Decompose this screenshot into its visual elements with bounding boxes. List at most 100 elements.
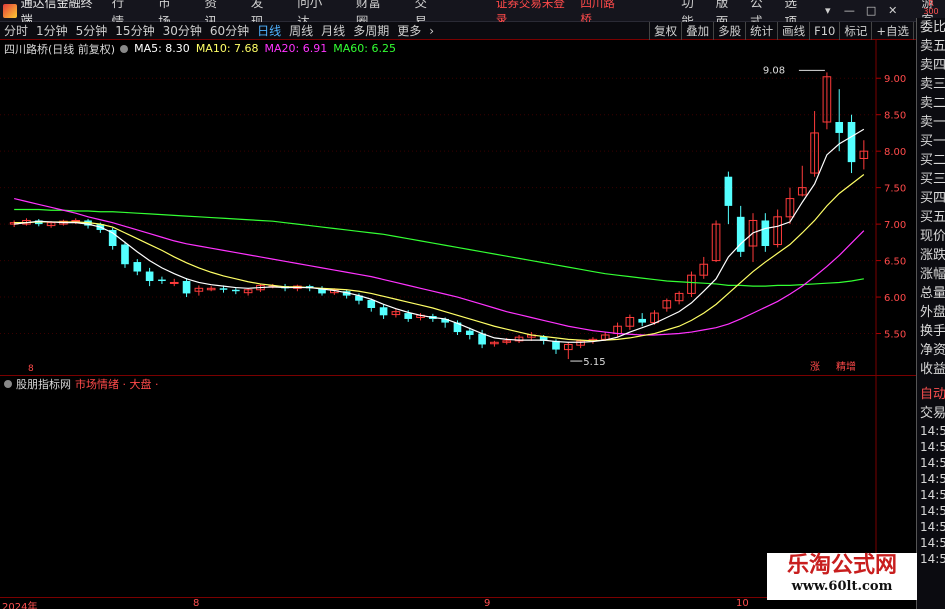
y-tick-label: 6.00 <box>884 293 906 304</box>
zhang-marker: 涨 <box>810 361 820 373</box>
candle-body-down <box>847 122 856 163</box>
add-watchlist-button[interactable]: +自选 <box>871 22 913 40</box>
tab-15min[interactable]: 15分钟 <box>111 22 158 39</box>
side-item-6[interactable]: 买一 <box>917 132 945 151</box>
candle-body-up <box>71 219 81 222</box>
tab-5min[interactable]: 5分钟 <box>72 22 112 39</box>
multi-stock-button[interactable]: 多股 <box>713 22 745 40</box>
auto-label[interactable]: 自动 <box>917 385 945 404</box>
candlestick-chart[interactable]: 9.00 8.50 8.00 7.50 7.00 6.50 6.00 5.50 9.08 5.1… <box>0 40 916 597</box>
trade-time-0: 14:56 <box>920 424 945 438</box>
price-axis: 9.00 8.50 8.00 7.50 7.00 6.50 6.00 5.50 <box>876 74 906 341</box>
y-tick-label: 9.00 <box>884 74 906 85</box>
candle-body-down <box>638 318 647 323</box>
candle-body-down <box>379 307 388 316</box>
candle-body-down <box>219 288 228 290</box>
candle-body-down <box>724 176 733 206</box>
side-item-4[interactable]: 卖二 <box>917 94 945 113</box>
trade-label[interactable]: 交易 <box>917 404 945 423</box>
tab-1min[interactable]: 1分钟 <box>32 22 72 39</box>
overlay-button[interactable]: 叠加 <box>681 22 713 40</box>
side-item-16[interactable]: 换手 <box>917 322 945 341</box>
high-label: 9.08 <box>763 65 785 76</box>
tab-daily[interactable]: 日线 <box>253 22 285 39</box>
adjust-button[interactable]: 复权 <box>649 22 681 40</box>
side-item-2[interactable]: 卖四 <box>917 56 945 75</box>
candle-body-down <box>835 122 844 133</box>
tab-intraday[interactable]: 分时 <box>0 22 32 39</box>
ma10-line <box>14 174 865 342</box>
trade-time-7: 14:56 <box>920 536 945 550</box>
y-tick-label: 8.50 <box>884 111 906 122</box>
y-tick-label: 5.50 <box>884 330 906 341</box>
candle-body-down <box>158 279 166 282</box>
candle-body-down <box>145 271 154 282</box>
candle-body-down <box>231 289 240 292</box>
side-item-17[interactable]: 净资 <box>917 341 945 360</box>
side-item-15[interactable]: 外盘 <box>917 303 945 322</box>
trade-time-5: 14:56 <box>920 504 945 518</box>
side-item-7[interactable]: 买二 <box>917 151 945 170</box>
tab-monthly[interactable]: 月线 <box>317 22 349 39</box>
tab-weekly[interactable]: 周线 <box>285 22 317 39</box>
side-item-3[interactable]: 卖三 <box>917 75 945 94</box>
trade-time-8: 14:56 <box>920 552 945 566</box>
draw-line-button[interactable]: 画线 <box>777 22 809 40</box>
y-tick-label: 8.00 <box>884 147 906 158</box>
side-item-11[interactable]: 现价 <box>917 227 945 246</box>
close-icon[interactable]: ✕ <box>886 4 900 17</box>
side-item-13[interactable]: 涨幅 <box>917 265 945 284</box>
side-panel-corner[interactable]: R 300 <box>917 0 945 18</box>
candle-body-down <box>465 330 474 335</box>
indicator-settings-icon[interactable] <box>4 379 12 388</box>
tab-60min[interactable]: 60分钟 <box>206 22 253 39</box>
side-item-14[interactable]: 总量 <box>917 284 945 303</box>
chevron-right-icon[interactable]: › <box>425 22 438 39</box>
chart-annotations: 9.08 5.15 8 涨 精增 <box>28 65 856 374</box>
date-year: 2024年 <box>2 602 38 609</box>
candle-body-down <box>404 313 413 319</box>
jing-marker: 精增 <box>836 360 856 373</box>
dropdown-icon[interactable]: ▾ <box>821 4 835 17</box>
maximize-icon[interactable]: □ <box>864 4 878 17</box>
candle-body-down <box>121 244 129 265</box>
candles <box>9 72 869 360</box>
minimize-icon[interactable]: — <box>843 4 857 17</box>
tab-30min[interactable]: 30分钟 <box>159 22 206 39</box>
indicator-name[interactable]: 股朋指标网 <box>16 376 71 392</box>
ma-lines <box>14 128 865 343</box>
trade-time-3: 14:56 <box>920 472 945 486</box>
y-tick-label: 6.50 <box>884 257 906 268</box>
side-item-12[interactable]: 涨跌 <box>917 246 945 265</box>
ma20-line <box>14 198 865 336</box>
tab-more[interactable]: 更多 <box>393 22 425 39</box>
side-item-10[interactable]: 买五 <box>917 208 945 227</box>
trade-time-2: 14:56 <box>920 456 945 470</box>
tab-multi-period[interactable]: 多周期 <box>349 22 393 39</box>
side-item-0[interactable]: 委比 <box>917 18 945 37</box>
chart-toolbar: 分时 1分钟 5分钟 15分钟 30分钟 60分钟 日线 周线 月线 多周期 更… <box>0 22 945 40</box>
statistics-button[interactable]: 统计 <box>745 22 777 40</box>
y-tick-label: 7.00 <box>884 220 906 231</box>
side-item-18[interactable]: 收益 <box>917 360 945 379</box>
date-oct: 10 <box>736 598 749 609</box>
f10-button[interactable]: F10 <box>809 22 839 40</box>
watermark-title: 乐淘公式网 <box>786 553 897 578</box>
top-menu-bar: 通达信金融终端 行情 市场 资讯 发现 问小达 财富圈 交易 证券交易未登录 四… <box>0 0 945 29</box>
side-item-1[interactable]: 卖五 <box>917 37 945 56</box>
trade-time-6: 14:56 <box>920 520 945 534</box>
candle-body-up <box>169 281 179 284</box>
flag-marker: 8 <box>28 364 34 374</box>
candle-body-down <box>478 333 486 345</box>
trade-time-4: 14:56 <box>920 488 945 502</box>
date-aug: 8 <box>193 598 200 609</box>
side-item-8[interactable]: 买三 <box>917 170 945 189</box>
candle-body-down <box>182 281 191 294</box>
indicator-subtitle: 市场情绪 · 大盘 · <box>75 377 159 391</box>
watermark-url: www.60lt.com <box>791 579 893 594</box>
side-item-5[interactable]: 卖一 <box>917 113 945 132</box>
y-tick-label: 7.50 <box>884 184 906 195</box>
candle-body-down <box>133 262 142 272</box>
side-item-9[interactable]: 买四 <box>917 189 945 208</box>
mark-button[interactable]: 标记 <box>839 22 871 40</box>
